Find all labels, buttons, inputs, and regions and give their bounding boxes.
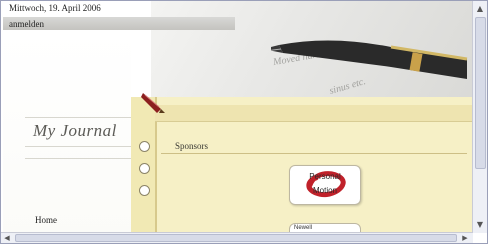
scroll-right-icon[interactable]: ▶ — [460, 233, 470, 243]
browser-viewport: Moved hard sinus etc. Mittwoch, 19. Apri… — [0, 0, 488, 244]
scroll-thumb[interactable] — [15, 234, 457, 242]
vertical-scrollbar[interactable]: ▲ ▼ — [472, 1, 487, 233]
sponsor-text-line2: Motion — [312, 186, 337, 195]
nav-link-home[interactable]: Home — [35, 215, 57, 225]
login-link[interactable]: anmelden — [9, 19, 44, 29]
sponsor-partial-label: Newell — [294, 225, 313, 231]
scroll-down-icon[interactable]: ▼ — [474, 219, 486, 231]
fountain-pen-icon — [271, 40, 468, 79]
notepad-top-band — [155, 105, 473, 122]
scroll-left-icon[interactable]: ◀ — [2, 233, 12, 243]
sponsors-heading: Sponsors — [175, 141, 209, 151]
current-date: Mittwoch, 19. April 2006 — [9, 3, 101, 13]
binder-hole-icon — [139, 141, 150, 152]
divider — [25, 117, 133, 118]
scroll-thumb[interactable] — [475, 17, 486, 169]
binder-hole-icon — [139, 163, 150, 174]
binder-hole-icon — [139, 185, 150, 196]
sponsor-text-line1: Personal — [309, 172, 341, 181]
notepad-line — [161, 153, 467, 154]
horizontal-scrollbar[interactable]: ◀ ▶ — [1, 232, 473, 243]
sponsor-card-personal-motion[interactable]: Personal Motion — [289, 165, 361, 205]
quill-pen-icon — [141, 93, 165, 113]
scroll-up-icon[interactable]: ▲ — [474, 3, 486, 15]
divider — [25, 158, 133, 159]
notepad-panel: Sponsors Personal Motion Newell — [131, 97, 473, 239]
divider — [25, 146, 133, 147]
site-title: My Journal — [33, 121, 117, 140]
